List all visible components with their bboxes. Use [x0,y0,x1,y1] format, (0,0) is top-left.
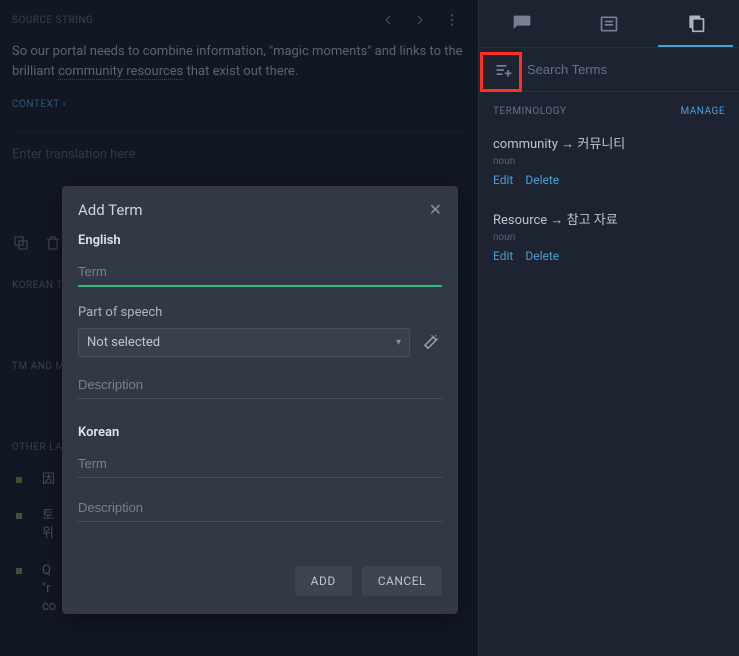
terminology-heading: TERMINOLOGY [493,106,567,117]
delete-link[interactable]: Delete [525,173,559,187]
terminology-sidebar: TERMINOLOGY MANAGE community → 커뮤니티 noun… [478,0,739,656]
english-description-input[interactable] [78,371,442,399]
english-term-input[interactable] [78,258,442,287]
cancel-button[interactable]: CANCEL [362,566,442,596]
term-entry: community → 커뮤니티 noun Edit Delete [479,125,739,201]
tab-context[interactable] [571,2,646,46]
korean-description-input[interactable] [78,494,442,522]
add-term-modal: Add Term ✕ English Part of speech Not se… [62,186,458,614]
pos-select[interactable]: Not selected ▾ [78,328,410,357]
english-label: English [78,233,442,248]
add-button[interactable]: ADD [295,566,352,596]
modal-title: Add Term [78,201,143,219]
term-entry: Resource → 참고 자료 noun Edit Delete [479,201,739,277]
korean-label: Korean [78,425,442,440]
chevron-down-icon: ▾ [396,337,401,348]
tab-terminology[interactable] [658,1,733,47]
delete-link[interactable]: Delete [525,249,559,263]
edit-link[interactable]: Edit [493,249,513,263]
close-icon[interactable]: ✕ [429,200,442,219]
korean-term-input[interactable] [78,450,442,478]
manage-link[interactable]: MANAGE [680,106,725,117]
add-term-icon[interactable] [489,55,519,85]
search-terms-input[interactable] [519,54,729,85]
tab-comments[interactable] [485,2,560,46]
edit-link[interactable]: Edit [493,173,513,187]
auto-detect-icon[interactable] [420,332,442,354]
pos-label: Part of speech [78,305,442,320]
